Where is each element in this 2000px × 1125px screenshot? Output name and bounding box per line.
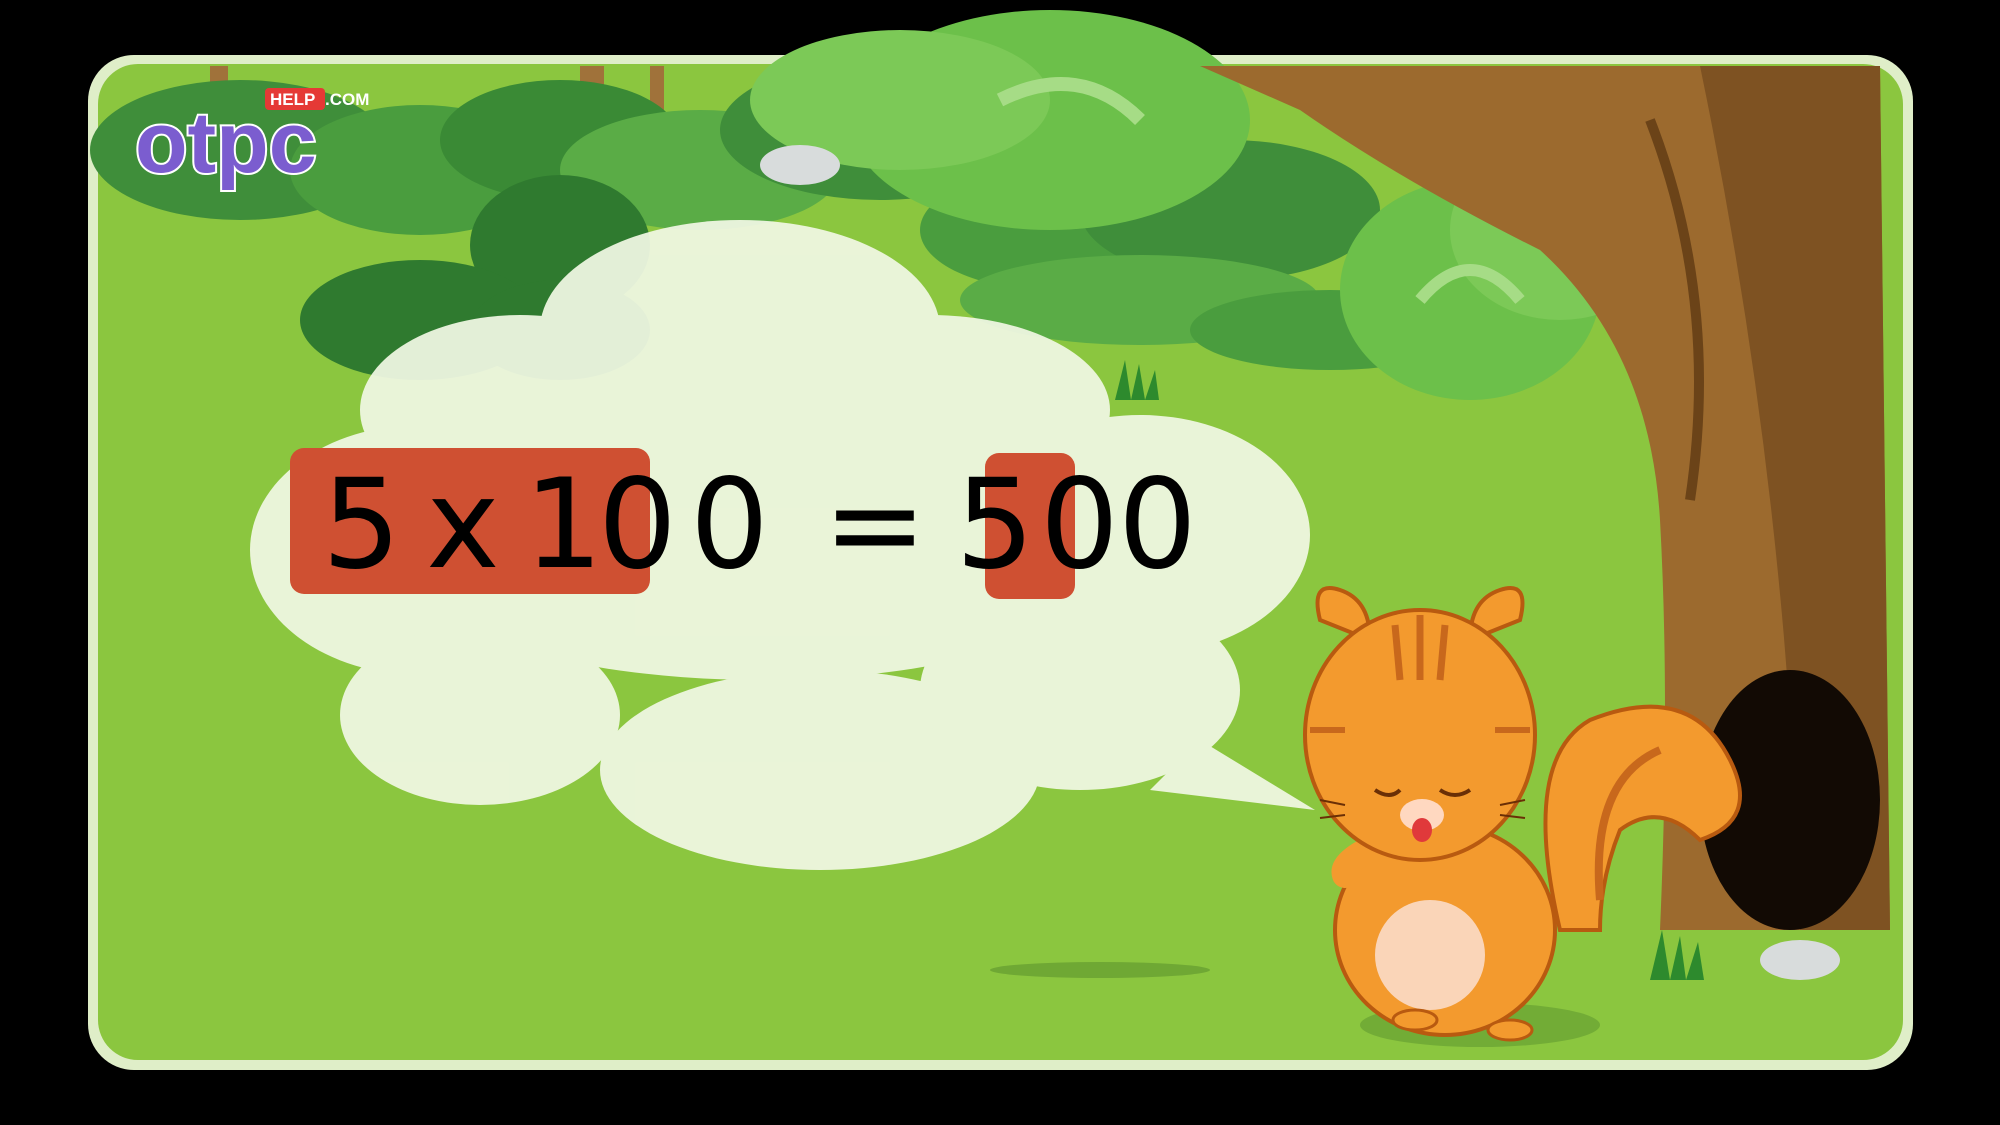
logo-brand: otpc bbox=[135, 95, 317, 191]
result-zero-1: 0 bbox=[1040, 453, 1119, 597]
equation-row: 5 x 1 0 0 = 5 0 0 bbox=[322, 440, 1197, 610]
factor-a: 5 bbox=[322, 453, 401, 597]
multiply-operator: x bbox=[426, 453, 500, 597]
factor-b-zero-1: 0 bbox=[598, 453, 677, 597]
result-lead-digit: 5 bbox=[955, 453, 1035, 597]
equals-sign: = bbox=[823, 453, 927, 597]
factor-b-lead-digit: 1 bbox=[524, 453, 603, 597]
logo-domain-tag: .COM bbox=[325, 90, 369, 109]
factor-b-zero-2: 0 bbox=[690, 453, 769, 597]
result-zero-2: 0 bbox=[1118, 453, 1197, 597]
